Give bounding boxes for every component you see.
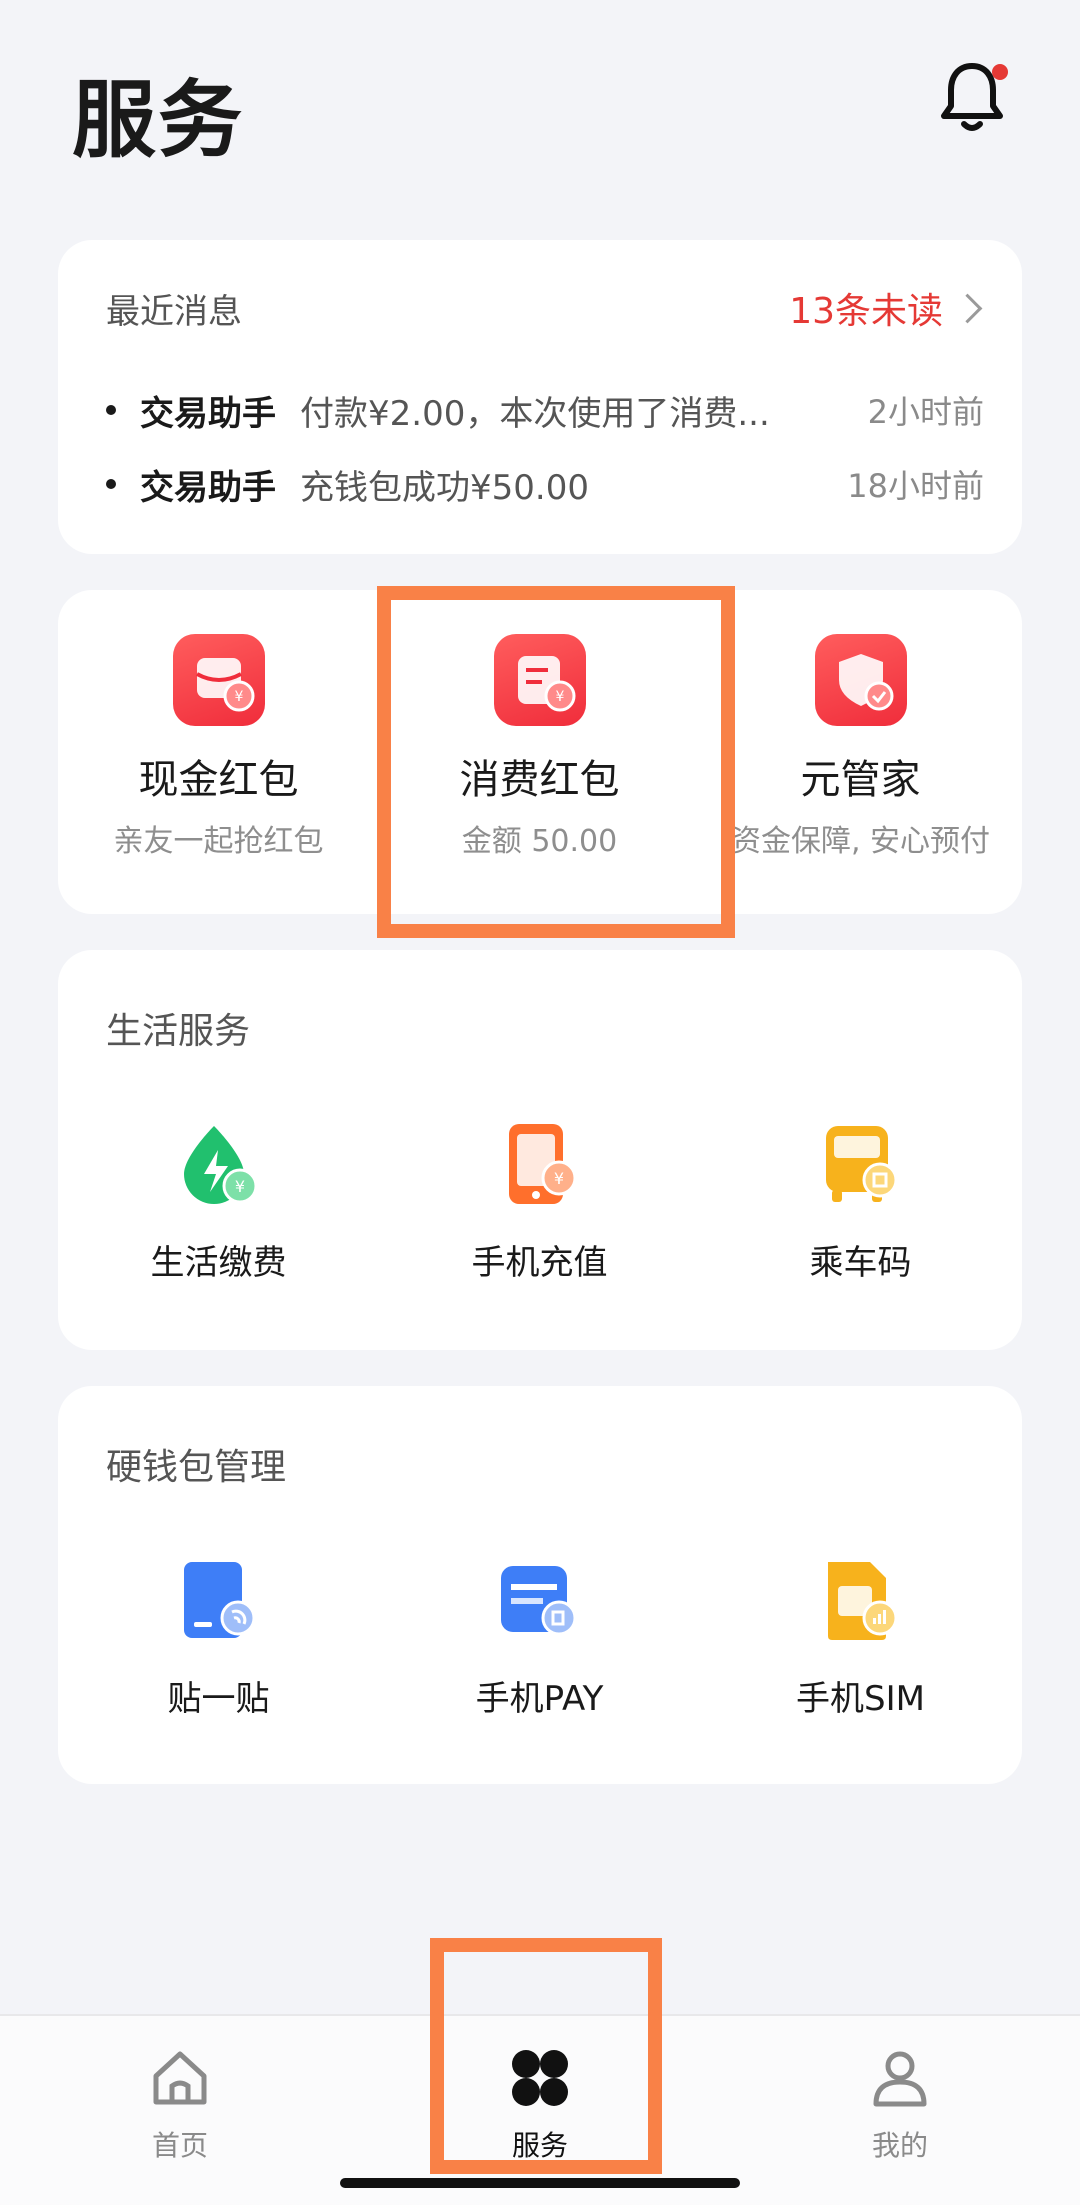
message-text: 付款¥2.00，本次使用了消费... (300, 393, 770, 434)
service-label: 手机SIM (796, 1679, 925, 1719)
messages-heading: 最近消息 (106, 292, 242, 332)
tap-to-pay[interactable]: 贴一贴 (58, 1556, 379, 1722)
feature-name: 现金红包 (138, 757, 299, 803)
section-title: 生活服务 (106, 1011, 251, 1052)
feature-subtitle: 亲友一起抢红包 (113, 824, 324, 859)
tab-home[interactable]: 首页 (80, 2046, 280, 2164)
phone-recharge[interactable]: ¥ 手机充值 (379, 1120, 700, 1286)
chevron-right-icon (952, 293, 983, 323)
feature-name: 元管家 (800, 757, 921, 803)
home-indicator (340, 2178, 740, 2188)
section-title: 硬钱包管理 (106, 1447, 287, 1488)
phone-sim[interactable]: 手机SIM (700, 1556, 1021, 1722)
unread-link[interactable]: 13条未读 (789, 282, 983, 334)
service-label: 手机充值 (471, 1243, 608, 1283)
message-time: 18小时前 (847, 467, 984, 505)
tab-profile[interactable]: 我的 (800, 2046, 1000, 2164)
bullet-icon (106, 405, 116, 415)
bus-icon (816, 1120, 906, 1210)
user-icon (873, 2051, 927, 2107)
sim-card-icon (816, 1556, 906, 1646)
life-services-card: 生活服务 ¥ 生活缴费 ¥ 手机充值 乘车码 (58, 950, 1022, 1350)
notification-dot (992, 64, 1008, 80)
phone-recharge-icon: ¥ (495, 1120, 585, 1210)
service-label: 手机PAY (475, 1679, 604, 1719)
bullet-icon (106, 479, 116, 489)
unread-count: 13条未读 (789, 291, 943, 332)
tab-label: 我的 (871, 2129, 928, 2162)
svg-text:¥: ¥ (234, 689, 243, 705)
highlight-box (430, 1938, 662, 2174)
message-sender: 交易助手 (140, 467, 276, 508)
bus-code[interactable]: 乘车码 (700, 1120, 1021, 1286)
highlight-box (377, 586, 735, 938)
svg-text:¥: ¥ (234, 1177, 244, 1196)
service-label: 乘车码 (809, 1243, 912, 1283)
message-item[interactable]: 交易助手 付款¥2.00，本次使用了消费... 2小时前 (106, 380, 984, 440)
recent-messages-card[interactable]: 最近消息 13条未读 交易助手 付款¥2.00，本次使用了消费... 2小时前 … (58, 240, 1022, 554)
message-sender: 交易助手 (140, 393, 276, 434)
home-icon (153, 2051, 207, 2105)
message-item[interactable]: 交易助手 充钱包成功¥50.00 18小时前 (106, 454, 984, 514)
service-label: 贴一贴 (167, 1679, 270, 1719)
utility-payment[interactable]: ¥ 生活缴费 (58, 1120, 379, 1286)
lightning-icon: ¥ (174, 1120, 264, 1210)
yuan-manager[interactable]: 元管家 资金保障, 安心预付 (700, 634, 1021, 860)
page-title: 服务 (72, 71, 245, 169)
cash-red-packet[interactable]: ¥ 现金红包 亲友一起抢红包 (58, 634, 379, 860)
red-packet-icon: ¥ (172, 634, 265, 726)
message-text: 充钱包成功¥50.00 (300, 467, 589, 508)
shield-icon (814, 634, 907, 726)
phone-pay[interactable]: 手机PAY (379, 1556, 700, 1722)
message-time: 2小时前 (867, 393, 984, 431)
svg-text:¥: ¥ (553, 1169, 563, 1188)
nfc-card-icon (174, 1556, 264, 1646)
feature-subtitle: 资金保障, 安心预付 (730, 824, 991, 859)
tab-label: 首页 (151, 2129, 208, 2162)
service-label: 生活缴费 (150, 1243, 287, 1283)
bank-card-icon (495, 1556, 585, 1646)
hard-wallet-card: 硬钱包管理 贴一贴 手机PAY 手机SIM (58, 1386, 1022, 1784)
